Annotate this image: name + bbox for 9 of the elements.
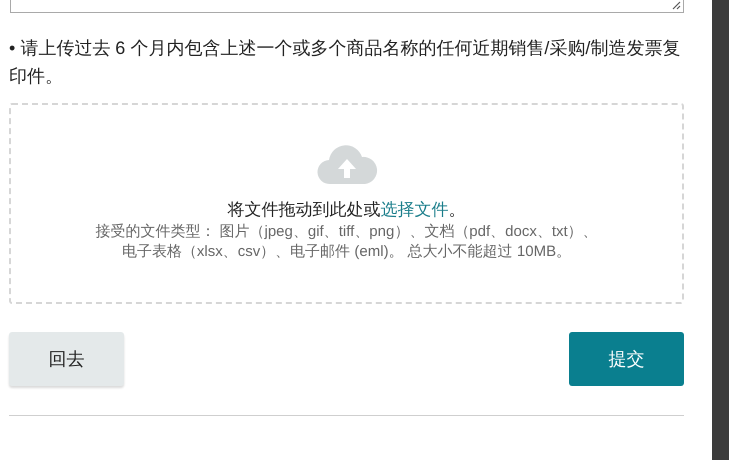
- resize-handle-icon[interactable]: [671, 0, 681, 10]
- file-dropzone[interactable]: 将文件拖动到此处或选择文件。 接受的文件类型： 图片（jpeg、gif、tiff、png）、文档（pdf、docx、txt）、 电子表格（xlsx、csv）、电子邮件 (eml)。 总大小不能超过 10MB。: [9, 103, 684, 304]
- upload-prompt: 将文件拖动到此处或选择文件。: [228, 199, 466, 221]
- choose-file-link[interactable]: 选择文件: [380, 200, 448, 219]
- file-types-text: 接受的文件类型： 图片（jpeg、gif、tiff、png）、文档（pdf、docx、txt）、: [95, 222, 598, 242]
- submit-button[interactable]: 提交: [569, 332, 684, 386]
- instruction-text: • 请上传过去 6 个月内包含上述一个或多个商品名称的任何近期销售/采购/制造发票复印件。: [9, 37, 682, 88]
- file-types-text: 电子表格（xlsx、csv）、电子邮件 (eml)。 总大小不能超过 10MB。: [122, 242, 572, 262]
- back-button[interactable]: 回去: [9, 332, 124, 386]
